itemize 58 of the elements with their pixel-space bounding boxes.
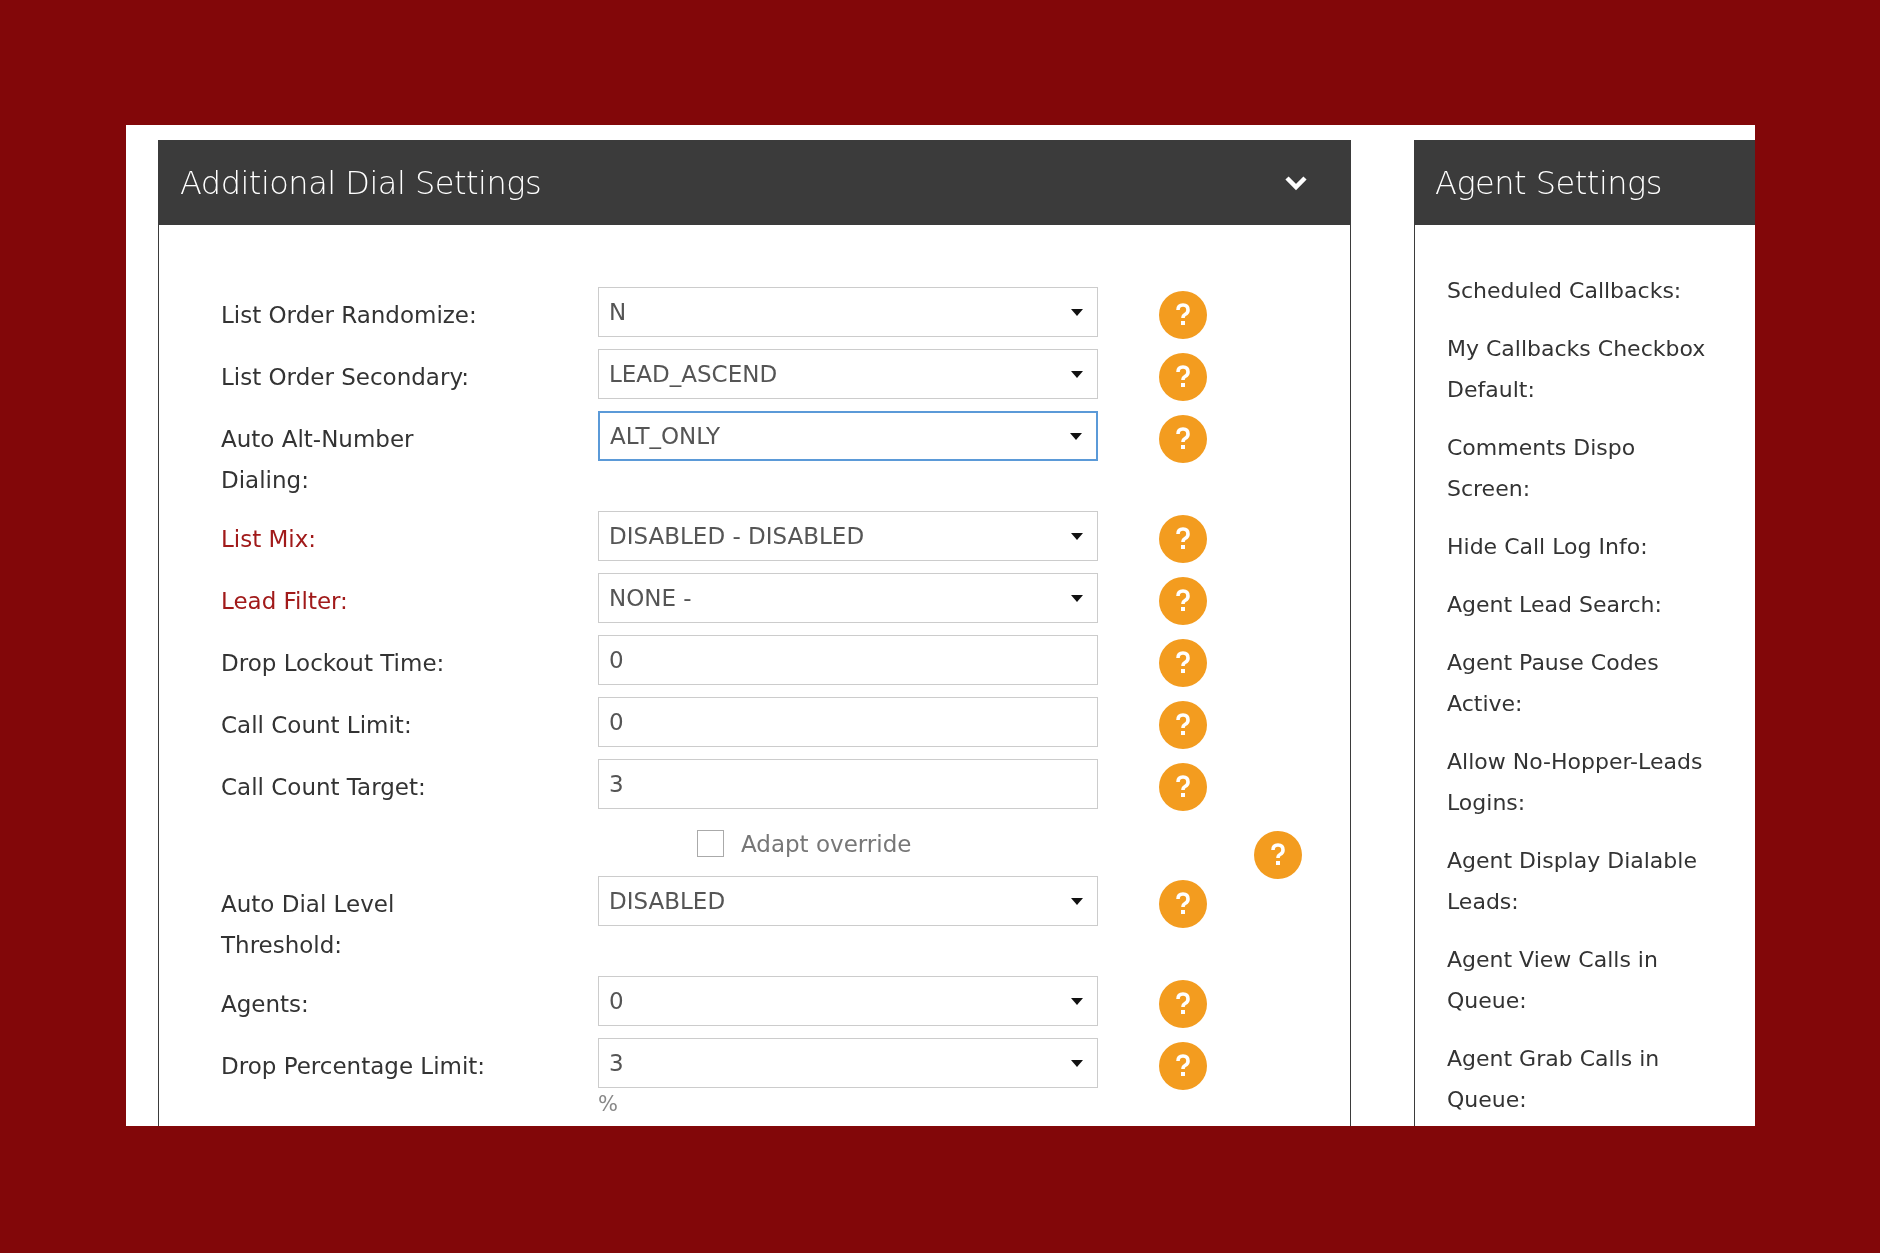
checkbox-label: Adapt override	[741, 830, 912, 857]
caret-icon	[1071, 897, 1083, 905]
field-label: Hide Call Log Info:	[1447, 533, 1649, 561]
chevron-down-icon[interactable]	[1284, 175, 1308, 191]
help-icon[interactable]	[1159, 515, 1207, 563]
input-field[interactable]: 0	[598, 697, 1098, 747]
dropdown[interactable]: LEAD_ASCEND	[598, 349, 1098, 399]
field-label-link[interactable]: Lead Filter:	[221, 573, 501, 622]
field-label: List Order Secondary:	[221, 363, 471, 392]
field-label: Agent Lead Search:	[1447, 591, 1663, 619]
field-label: Auto Alt-Number Dialing:	[221, 425, 415, 495]
field-label: Agent Grab Calls in Queue:	[1447, 1045, 1661, 1114]
help-icon[interactable]	[1159, 291, 1207, 339]
caret-icon	[1071, 594, 1083, 602]
panel-title: Agent Settings	[1435, 164, 1662, 202]
input-field[interactable]: 0	[598, 635, 1098, 685]
field-label-link[interactable]: List Mix:	[221, 511, 501, 560]
dropdown[interactable]: ALT_ONLY	[598, 411, 1098, 461]
caret-icon	[1071, 1059, 1083, 1067]
caret-icon	[1071, 370, 1083, 378]
field-label: Allow No-Hopper-Leads Logins:	[1447, 748, 1704, 817]
field-label: Agents:	[221, 990, 310, 1019]
help-icon[interactable]	[1254, 831, 1302, 879]
field-label: Comments Dispo Screen:	[1447, 434, 1637, 503]
field-label: Call Count Limit:	[221, 711, 413, 740]
field-label: Agent View Calls in Queue:	[1447, 946, 1659, 1015]
field-label: Call Count Target:	[221, 773, 427, 802]
help-icon[interactable]	[1159, 577, 1207, 625]
checkbox[interactable]	[697, 830, 724, 857]
dropdown[interactable]: NONE -	[598, 573, 1098, 623]
help-icon[interactable]	[1159, 1042, 1207, 1090]
caret-icon	[1071, 308, 1083, 316]
field-label: Drop Lockout Time:	[221, 649, 446, 678]
dropdown[interactable]: N	[598, 287, 1098, 337]
help-icon[interactable]	[1159, 639, 1207, 687]
help-icon[interactable]	[1159, 353, 1207, 401]
dropdown[interactable]: 3	[598, 1038, 1098, 1088]
help-icon[interactable]	[1159, 415, 1207, 463]
caret-icon	[1071, 532, 1083, 540]
caret-icon	[1071, 997, 1083, 1005]
panel-title: Additional Dial Settings	[180, 164, 542, 202]
field-label: Agent Pause Codes Active:	[1447, 649, 1660, 718]
unit-text: %	[598, 1092, 618, 1116]
field-label: Scheduled Callbacks:	[1447, 277, 1683, 305]
caret-icon	[1070, 432, 1082, 440]
help-icon[interactable]	[1159, 701, 1207, 749]
field-label: My Callbacks Checkbox Default:	[1447, 335, 1707, 404]
dropdown[interactable]: DISABLED - DISABLED	[598, 511, 1098, 561]
help-icon[interactable]	[1159, 980, 1207, 1028]
input-field[interactable]: 3	[598, 759, 1098, 809]
field-label: Auto Dial Level Threshold:	[221, 890, 396, 960]
help-icon[interactable]	[1159, 763, 1207, 811]
help-icon[interactable]	[1159, 880, 1207, 928]
dropdown[interactable]: 0	[598, 976, 1098, 1026]
dropdown[interactable]: DISABLED	[598, 876, 1098, 926]
field-label: Agent Display Dialable Leads:	[1447, 847, 1698, 916]
field-label: List Order Randomize:	[221, 301, 478, 330]
field-label: Drop Percentage Limit:	[221, 1052, 487, 1081]
